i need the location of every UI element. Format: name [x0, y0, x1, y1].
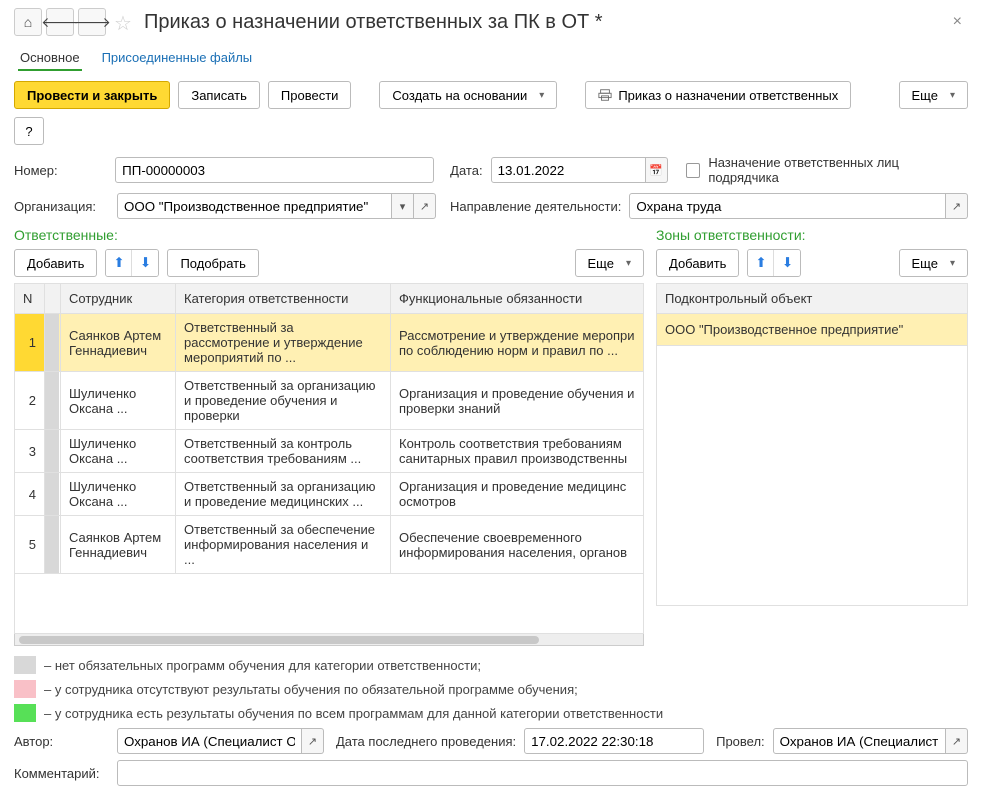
col-object: Подконтрольный объект [657, 284, 968, 314]
horizontal-scrollbar[interactable] [14, 634, 644, 646]
page-title: Приказ о назначении ответственных за ПК … [144, 11, 603, 34]
table-empty-space [14, 574, 644, 634]
home-button[interactable]: ⌂ [14, 8, 42, 36]
col-functions: Функциональные обязанности [391, 284, 644, 314]
create-based-on-button[interactable]: Создать на основании [379, 81, 557, 109]
postedby-label: Провел: [716, 734, 765, 749]
tab-attached-files[interactable]: Присоединенные файлы [100, 46, 255, 71]
help-button[interactable]: ? [14, 117, 44, 145]
date-picker-button[interactable]: 📅 [646, 157, 668, 183]
direction-input[interactable] [629, 193, 946, 219]
postedby-open-button[interactable]: ↗ [946, 728, 968, 754]
print-order-label: Приказ о назначении ответственных [618, 88, 838, 103]
comment-input[interactable] [117, 760, 968, 786]
organization-input[interactable] [117, 193, 392, 219]
contractor-checkbox[interactable] [686, 163, 701, 178]
date-input[interactable] [491, 157, 646, 183]
responsible-add-button[interactable]: Добавить [14, 249, 97, 277]
responsible-more-button[interactable]: Еще [575, 249, 644, 277]
status-indicator [45, 430, 59, 472]
responsible-move-down-button[interactable]: ⬇ [132, 250, 158, 276]
table-row[interactable]: 2 Шуличенко Оксана ... Ответственный за … [15, 372, 644, 430]
responsible-section-title: Ответственные: [14, 227, 644, 243]
direction-label: Направление деятельности: [450, 199, 621, 214]
postedby-input[interactable] [773, 728, 946, 754]
col-employee: Сотрудник [61, 284, 176, 314]
zones-empty-space [656, 346, 968, 606]
zones-more-button[interactable]: Еще [899, 249, 968, 277]
table-row[interactable]: 5 Саянков Артем Геннадиевич Ответственны… [15, 516, 644, 574]
legend-swatch-pink [14, 680, 36, 698]
responsible-move-up-button[interactable]: ⬆ [106, 250, 132, 276]
save-button[interactable]: Записать [178, 81, 260, 109]
organization-label: Организация: [14, 199, 109, 214]
status-indicator [45, 314, 59, 371]
zones-section-title: Зоны ответственности: [656, 227, 968, 243]
legend-swatch-gray [14, 656, 36, 674]
comment-label: Комментарий: [14, 766, 109, 781]
table-row[interactable]: ООО "Производственное предприятие" [657, 314, 968, 346]
date-label: Дата: [450, 163, 482, 178]
responsible-table[interactable]: N Сотрудник Категория ответственности Фу… [14, 283, 644, 574]
table-row[interactable]: 3 Шуличенко Оксана ... Ответственный за … [15, 430, 644, 473]
print-order-button[interactable]: Приказ о назначении ответственных [585, 81, 851, 109]
col-n: N [15, 284, 45, 314]
legend-swatch-green [14, 704, 36, 722]
printer-icon [598, 88, 612, 102]
contractor-checkbox-label: Назначение ответственных лиц подрядчика [708, 155, 968, 185]
lastpost-input[interactable] [524, 728, 704, 754]
close-button[interactable]: × [947, 11, 968, 33]
more-button[interactable]: Еще [899, 81, 968, 109]
back-button[interactable]: 🡐 [46, 8, 74, 36]
author-input[interactable] [117, 728, 302, 754]
legend-text-gray: – нет обязательных программ обучения для… [44, 658, 481, 673]
zones-add-button[interactable]: Добавить [656, 249, 739, 277]
legend-text-green: – у сотрудника есть результаты обучения … [44, 706, 663, 721]
zones-table[interactable]: Подконтрольный объект ООО "Производствен… [656, 283, 968, 346]
number-label: Номер: [14, 163, 107, 178]
col-category: Категория ответственности [176, 284, 391, 314]
table-row[interactable]: 4 Шуличенко Оксана ... Ответственный за … [15, 473, 644, 516]
post-button[interactable]: Провести [268, 81, 352, 109]
tab-main[interactable]: Основное [18, 46, 82, 71]
direction-open-button[interactable]: ↗ [946, 193, 968, 219]
status-indicator [45, 516, 59, 573]
responsible-pick-button[interactable]: Подобрать [167, 249, 258, 277]
status-indicator [45, 473, 59, 515]
number-input[interactable] [115, 157, 434, 183]
col-status [45, 284, 61, 314]
post-and-close-button[interactable]: Провести и закрыть [14, 81, 170, 109]
author-open-button[interactable]: ↗ [302, 728, 324, 754]
forward-button[interactable]: 🡒 [78, 8, 106, 36]
zones-move-down-button[interactable]: ⬇ [774, 250, 800, 276]
table-row[interactable]: 1 Саянков Артем Геннадиевич Ответственны… [15, 314, 644, 372]
author-label: Автор: [14, 734, 109, 749]
organization-dropdown-button[interactable]: ▾ [392, 193, 414, 219]
lastpost-label: Дата последнего проведения: [336, 734, 516, 749]
organization-open-button[interactable]: ↗ [414, 193, 436, 219]
legend-text-pink: – у сотрудника отсутствуют результаты об… [44, 682, 578, 697]
status-indicator [45, 372, 59, 429]
favorite-star-icon[interactable]: ☆ [114, 11, 136, 33]
zones-move-up-button[interactable]: ⬆ [748, 250, 774, 276]
